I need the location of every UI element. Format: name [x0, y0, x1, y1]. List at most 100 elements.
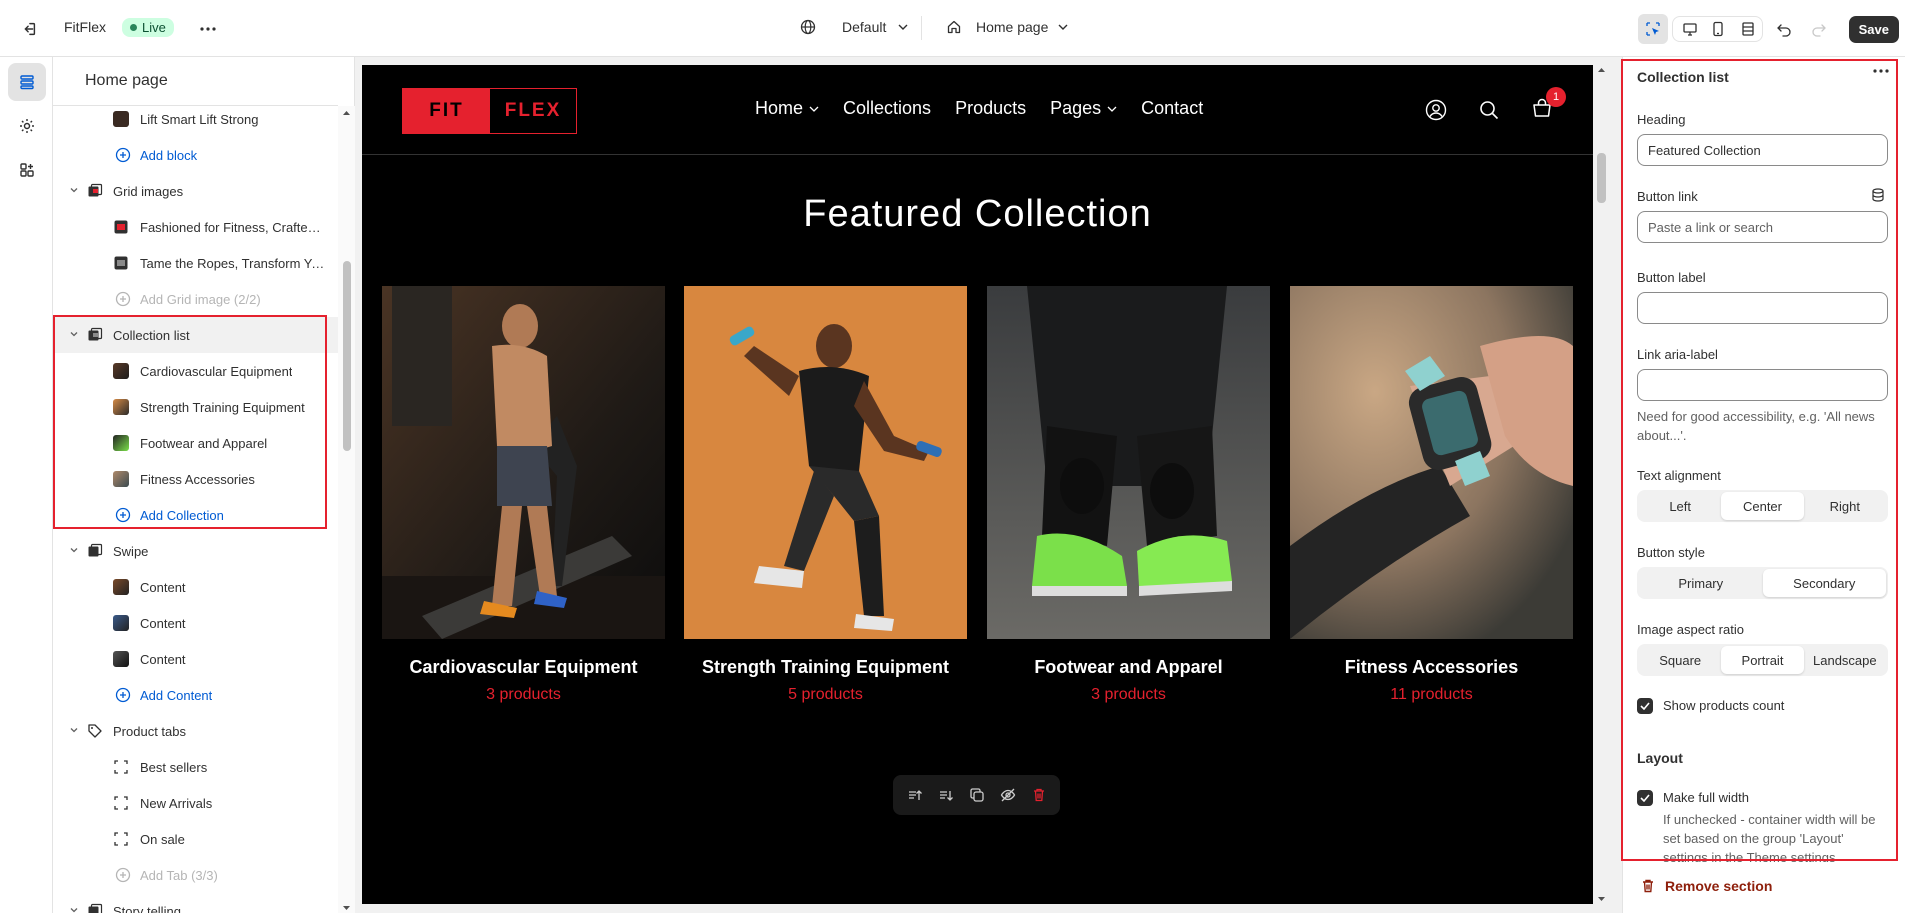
- store-logo[interactable]: FIT FLEX: [402, 88, 577, 134]
- section-label: Collection list: [113, 327, 190, 343]
- section-swipe[interactable]: Swipe: [53, 533, 338, 569]
- collection-title[interactable]: Cardiovascular Equipment: [382, 657, 665, 678]
- section-grid-images[interactable]: Grid images: [53, 173, 338, 209]
- collection-title[interactable]: Strength Training Equipment: [684, 657, 967, 678]
- collection-item[interactable]: Footwear and Apparel: [53, 425, 338, 461]
- chevron-down-icon[interactable]: [69, 545, 79, 555]
- collection-count: 11 products: [1390, 686, 1473, 703]
- chevron-down-icon[interactable]: [69, 725, 79, 735]
- add-content-button[interactable]: Add Content: [53, 677, 338, 713]
- scroll-down-icon[interactable]: [342, 905, 351, 911]
- checkbox-checked-icon[interactable]: [1637, 698, 1653, 714]
- block-item[interactable]: Fashioned for Fitness, Crafted for Comfo…: [53, 209, 338, 245]
- block-item[interactable]: Lift Smart Lift Strong: [53, 106, 338, 137]
- collection-item[interactable]: Strength Training Equipment: [53, 389, 338, 425]
- nav-collections[interactable]: Collections: [843, 98, 931, 119]
- aria-label-input[interactable]: [1637, 369, 1888, 401]
- checkbox-checked-icon[interactable]: [1637, 790, 1653, 806]
- page-selector[interactable]: Home page: [946, 19, 1068, 35]
- tab-item[interactable]: New Arrivals: [53, 785, 338, 821]
- chevron-down-icon[interactable]: [69, 185, 79, 195]
- hide-icon[interactable]: [1000, 787, 1016, 803]
- move-up-icon[interactable]: [907, 787, 923, 803]
- store-preview: FIT FLEX Home Collections Products Pages…: [362, 65, 1593, 904]
- fullscreen-icon[interactable]: [1733, 14, 1763, 44]
- nav-contact[interactable]: Contact: [1141, 98, 1203, 119]
- save-button[interactable]: Save: [1848, 16, 1899, 43]
- chevron-down-icon[interactable]: [69, 905, 79, 913]
- collection-image[interactable]: [987, 286, 1270, 639]
- content-item[interactable]: Content: [53, 605, 338, 641]
- align-center-option[interactable]: Center: [1721, 492, 1804, 520]
- full-width-checkbox[interactable]: Make full width: [1637, 790, 1749, 806]
- section-collection-list[interactable]: Collection list: [53, 317, 338, 353]
- redo-icon[interactable]: [1804, 14, 1834, 44]
- undo-icon[interactable]: [1769, 14, 1799, 44]
- scroll-thumb[interactable]: [1597, 153, 1606, 203]
- button-link-input[interactable]: [1637, 211, 1888, 243]
- mobile-icon[interactable]: [1703, 14, 1733, 44]
- tab-item[interactable]: Best sellers: [53, 749, 338, 785]
- add-block-button[interactable]: Add block: [53, 137, 338, 173]
- collection-image[interactable]: [382, 286, 665, 639]
- tab-item[interactable]: On sale: [53, 821, 338, 857]
- collection-title[interactable]: Fitness Accessories: [1290, 657, 1573, 678]
- collection-card[interactable]: Footwear and Apparel 3 products: [987, 286, 1270, 704]
- style-secondary-option[interactable]: Secondary: [1762, 569, 1886, 597]
- exit-icon[interactable]: [14, 14, 44, 44]
- button-style-control: Primary Secondary: [1637, 567, 1888, 599]
- show-count-checkbox[interactable]: Show products count: [1637, 698, 1784, 714]
- collection-card[interactable]: Cardiovascular Equipment 3 products: [382, 286, 665, 704]
- collection-title[interactable]: Footwear and Apparel: [987, 657, 1270, 678]
- desktop-icon[interactable]: [1675, 14, 1705, 44]
- sections-icon[interactable]: [8, 63, 46, 101]
- chevron-down-icon[interactable]: [69, 329, 79, 339]
- preview-scrollbar[interactable]: [1595, 65, 1608, 904]
- align-right-option[interactable]: Right: [1804, 492, 1886, 520]
- collection-item[interactable]: Fitness Accessories: [53, 461, 338, 497]
- block-item[interactable]: Tame the Ropes, Transform Your Body: [53, 245, 338, 281]
- scroll-up-icon[interactable]: [342, 110, 351, 116]
- aspect-portrait-option[interactable]: Portrait: [1721, 646, 1804, 674]
- more-actions-icon[interactable]: [193, 14, 223, 44]
- theme-selector[interactable]: Default: [800, 19, 908, 35]
- collection-card[interactable]: Fitness Accessories 11 products: [1290, 286, 1573, 704]
- more-actions-icon[interactable]: [1873, 69, 1889, 73]
- section-product-tabs[interactable]: Product tabs: [53, 713, 338, 749]
- collection-heading[interactable]: Featured Collection: [362, 193, 1593, 236]
- scroll-down-icon[interactable]: [1597, 896, 1606, 902]
- button-label-input[interactable]: [1637, 292, 1888, 324]
- theme-settings-icon[interactable]: [8, 107, 46, 145]
- collection-image[interactable]: [1290, 286, 1573, 639]
- database-icon[interactable]: [1871, 188, 1885, 202]
- account-icon[interactable]: [1425, 99, 1447, 121]
- duplicate-icon[interactable]: [969, 787, 985, 803]
- add-tab-label: Add Tab (3/3): [140, 867, 218, 883]
- inspector-icon[interactable]: [1638, 14, 1668, 44]
- heading-input[interactable]: [1637, 134, 1888, 166]
- block-label: Tame the Ropes, Transform Your Body: [140, 255, 325, 271]
- nav-pages[interactable]: Pages: [1050, 98, 1117, 119]
- align-left-option[interactable]: Left: [1639, 492, 1721, 520]
- collection-card[interactable]: Strength Training Equipment 5 products: [684, 286, 967, 704]
- aspect-square-option[interactable]: Square: [1639, 646, 1721, 674]
- scroll-thumb[interactable]: [343, 261, 351, 451]
- style-primary-option[interactable]: Primary: [1639, 569, 1763, 597]
- scroll-up-icon[interactable]: [1597, 67, 1606, 73]
- remove-section-button[interactable]: Remove section: [1640, 878, 1772, 894]
- nav-home[interactable]: Home: [755, 98, 819, 119]
- cart-button[interactable]: 1: [1531, 87, 1566, 119]
- collection-image[interactable]: [684, 286, 967, 639]
- search-icon[interactable]: [1479, 100, 1499, 120]
- apps-icon[interactable]: [8, 151, 46, 189]
- section-story-telling[interactable]: Story telling: [53, 893, 338, 913]
- content-item[interactable]: Content: [53, 569, 338, 605]
- nav-products[interactable]: Products: [955, 98, 1026, 119]
- aspect-landscape-option[interactable]: Landscape: [1804, 646, 1886, 674]
- collection-item[interactable]: Cardiovascular Equipment: [53, 353, 338, 389]
- delete-icon[interactable]: [1031, 787, 1047, 803]
- add-collection-button[interactable]: Add Collection: [53, 497, 338, 533]
- sidebar-scrollbar[interactable]: [338, 106, 355, 913]
- move-down-icon[interactable]: [938, 787, 954, 803]
- content-item[interactable]: Content: [53, 641, 338, 677]
